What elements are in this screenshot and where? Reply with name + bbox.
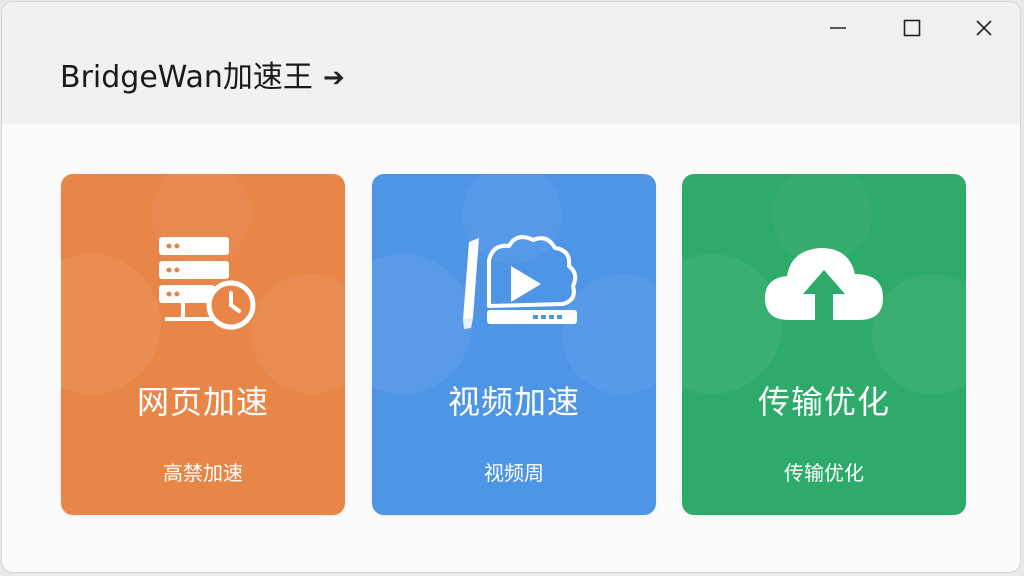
- arrow-right-icon[interactable]: ➔: [323, 58, 345, 98]
- card-transfer-optimization[interactable]: 传输优化 传输优化: [682, 174, 966, 515]
- app-window: BridgeWan加速王 ➔ 网页加速 高禁加速 视频加速 视频周 传输优化 传…: [1, 1, 1021, 573]
- card-subtitle: 高禁加速: [163, 461, 243, 485]
- maximize-button[interactable]: [890, 10, 934, 46]
- minimize-icon: [830, 27, 846, 29]
- maximize-icon: [903, 19, 921, 37]
- card-title: 视频加速: [447, 383, 580, 421]
- card-subtitle: 传输优化: [784, 461, 864, 485]
- title-bar: BridgeWan加速王 ➔: [2, 2, 1020, 124]
- card-title: 传输优化: [757, 383, 890, 421]
- card-web-acceleration[interactable]: 网页加速 高禁加速: [61, 174, 345, 515]
- app-title: BridgeWan加速王 ➔: [60, 58, 345, 98]
- server-clock-icon: [61, 230, 345, 340]
- close-icon: [976, 20, 992, 36]
- card-video-acceleration[interactable]: 视频加速 视频周: [372, 174, 656, 515]
- app-title-text: BridgeWan加速王: [60, 60, 313, 95]
- minimize-button[interactable]: [816, 10, 860, 46]
- video-cloud-icon: [372, 230, 656, 340]
- card-subtitle: 视频周: [484, 461, 544, 485]
- card-title: 网页加速: [136, 383, 269, 421]
- cloud-upload-icon: [682, 230, 966, 340]
- feature-cards: 网页加速 高禁加速 视频加速 视频周 传输优化 传输优化: [2, 124, 1020, 572]
- close-button[interactable]: [962, 10, 1006, 46]
